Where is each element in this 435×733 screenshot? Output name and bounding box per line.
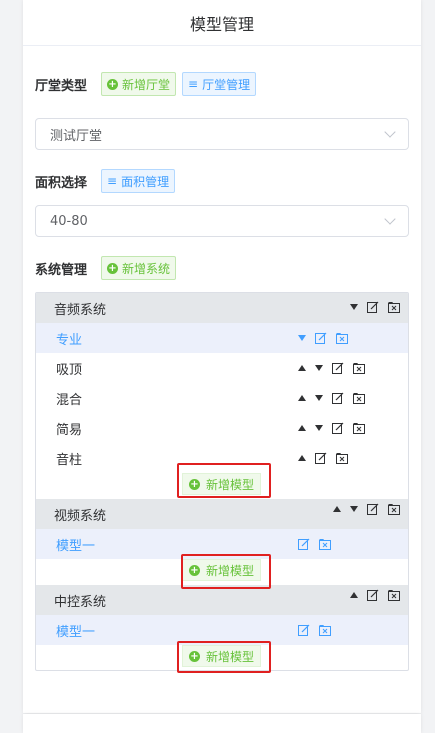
folder-delete-icon[interactable] xyxy=(319,538,331,550)
area-select-label: 面积选择 xyxy=(35,176,88,191)
arrow-up-icon[interactable] xyxy=(298,395,306,401)
group-name: 音频系统 xyxy=(54,302,107,318)
tree-item-label: 模型一 xyxy=(56,624,96,640)
menu-lines-icon: ≡ xyxy=(107,174,118,188)
hall-select[interactable]: 测试厅堂 xyxy=(35,118,409,150)
arrow-up-icon[interactable] xyxy=(350,592,358,598)
folder-delete-icon[interactable] xyxy=(388,301,400,313)
tree-item-label: 模型一 xyxy=(56,538,96,554)
edit-icon[interactable] xyxy=(315,332,327,344)
area-manage-button[interactable]: ≡ 面积管理 xyxy=(101,169,176,193)
tree-item[interactable]: 简易 xyxy=(36,413,408,443)
add-system-button[interactable]: + 新增系统 xyxy=(101,256,177,280)
menu-lines-icon: ≡ xyxy=(188,77,199,91)
area-select-value: 40-80 xyxy=(50,213,88,229)
folder-delete-icon[interactable] xyxy=(336,452,348,464)
group-name: 视频系统 xyxy=(54,508,107,524)
model-management-panel: 模型管理 厅堂类型 + 新增厅堂 ≡ 厅堂管理 测试厅堂 面积选择 ≡ 面积管理… xyxy=(23,0,421,713)
area-manage-label: 面积管理 xyxy=(121,174,170,189)
arrow-down-icon[interactable] xyxy=(350,304,358,310)
hall-type-label: 厅堂类型 xyxy=(35,79,88,94)
tree-item[interactable]: 混合 xyxy=(36,383,408,413)
edit-icon[interactable] xyxy=(367,503,379,515)
plus-circle-icon: + xyxy=(107,78,118,90)
highlight-box xyxy=(177,463,271,498)
arrow-up-icon[interactable] xyxy=(298,455,306,461)
tree-item[interactable]: 专业 xyxy=(36,323,408,353)
edit-icon[interactable] xyxy=(332,362,344,374)
folder-delete-icon[interactable] xyxy=(353,422,365,434)
edit-icon[interactable] xyxy=(332,422,344,434)
arrow-down-icon[interactable] xyxy=(315,365,323,371)
edit-icon[interactable] xyxy=(367,301,379,313)
system-management-label: 系统管理 xyxy=(35,263,88,278)
tree-item-label: 简易 xyxy=(56,422,83,438)
area-select[interactable]: 40-80 xyxy=(35,205,409,237)
edit-icon[interactable] xyxy=(332,392,344,404)
plus-circle-icon: + xyxy=(107,262,118,274)
tree-item-label: 吸顶 xyxy=(56,362,83,378)
edit-icon[interactable] xyxy=(315,452,327,464)
group-header-control: 中控系统 xyxy=(36,585,408,615)
page-title: 模型管理 xyxy=(23,0,421,46)
edit-icon[interactable] xyxy=(298,624,310,636)
highlight-box xyxy=(177,641,271,673)
group-header-video: 视频系统 xyxy=(36,499,408,529)
add-system-label: 新增系统 xyxy=(122,261,171,276)
tree-item-label: 专业 xyxy=(56,332,83,348)
arrow-up-icon[interactable] xyxy=(298,425,306,431)
tree-item[interactable]: 吸顶 xyxy=(36,353,408,383)
folder-delete-icon[interactable] xyxy=(353,362,365,374)
chevron-down-icon xyxy=(384,213,396,225)
group-name: 中控系统 xyxy=(54,594,107,610)
folder-delete-icon[interactable] xyxy=(336,332,348,344)
add-hall-button[interactable]: + 新增厅堂 xyxy=(101,72,177,96)
highlight-box xyxy=(181,554,271,589)
tree-item-label: 音柱 xyxy=(56,452,83,468)
arrow-up-icon[interactable] xyxy=(333,506,341,512)
hall-select-value: 测试厅堂 xyxy=(50,128,103,144)
arrow-down-icon[interactable] xyxy=(350,506,358,512)
chevron-down-icon xyxy=(384,126,396,138)
hall-manage-button[interactable]: ≡ 厅堂管理 xyxy=(182,72,257,96)
arrow-up-icon[interactable] xyxy=(298,365,306,371)
edit-icon[interactable] xyxy=(298,538,310,550)
arrow-down-icon[interactable] xyxy=(298,335,306,341)
folder-delete-icon[interactable] xyxy=(388,503,400,515)
add-hall-label: 新增厅堂 xyxy=(122,77,171,92)
tree-item-label: 混合 xyxy=(56,392,83,408)
arrow-down-icon[interactable] xyxy=(315,395,323,401)
group-header-audio: 音频系统 xyxy=(36,293,408,323)
folder-delete-icon[interactable] xyxy=(319,624,331,636)
hall-manage-label: 厅堂管理 xyxy=(202,77,251,92)
folder-delete-icon[interactable] xyxy=(353,392,365,404)
arrow-down-icon[interactable] xyxy=(315,425,323,431)
edit-icon[interactable] xyxy=(367,589,379,601)
folder-delete-icon[interactable] xyxy=(388,589,400,601)
lower-panel xyxy=(23,714,421,733)
